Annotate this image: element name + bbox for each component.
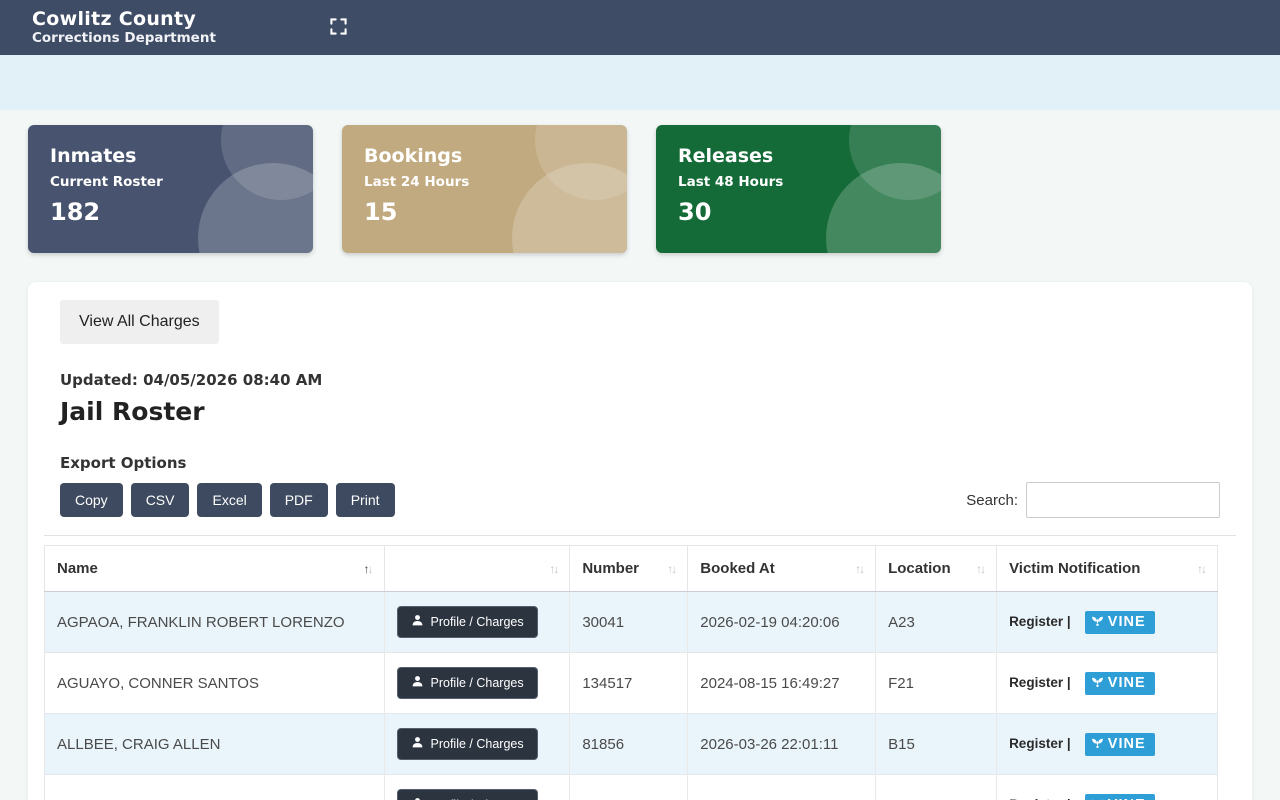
person-icon [411, 736, 424, 752]
table-row: ANTEE, CHRISTOPHER JAMES Profile / Charg… [45, 775, 1218, 800]
page-title: Jail Roster [60, 397, 1236, 426]
view-all-charges-button[interactable]: View All Charges [60, 300, 219, 344]
person-icon [411, 675, 424, 691]
inmate-name-cell: AGPAOA, FRANKLIN ROBERT LORENZO [45, 592, 385, 653]
booked-at-cell: 2026-02-19 04:20:06 [688, 592, 876, 653]
location-cell: B15 [876, 714, 997, 775]
person-icon [411, 614, 424, 630]
table-header-row: Name ↑↓ ↑↓ Number ↑↓ Booked At ↑↓ [45, 546, 1218, 592]
column-header-booked-at[interactable]: Booked At ↑↓ [688, 546, 876, 592]
brand: Cowlitz County Corrections Department [32, 9, 216, 46]
sort-icon: ↑↓ [843, 562, 863, 576]
sort-icon: ↑↓ [655, 562, 675, 576]
toolbar: Copy CSV Excel PDF Print Search: [60, 482, 1220, 518]
vine-link[interactable]: VINE [1085, 733, 1155, 756]
search-area: Search: [966, 482, 1220, 518]
location-cell: A14 [876, 775, 997, 800]
search-input[interactable] [1026, 482, 1220, 518]
column-header-location[interactable]: Location ↑↓ [876, 546, 997, 592]
profile-charges-button[interactable]: Profile / Charges [397, 667, 538, 699]
location-cell: F21 [876, 653, 997, 714]
search-label: Search: [966, 492, 1018, 509]
column-header-number[interactable]: Number ↑↓ [570, 546, 688, 592]
fullscreen-button[interactable] [326, 14, 351, 42]
inmate-name-cell: ANTEE, CHRISTOPHER JAMES [45, 775, 385, 800]
inmate-number-cell: 329989 [570, 775, 688, 800]
column-header-name[interactable]: Name ↑↓ [45, 546, 385, 592]
column-header-actions[interactable]: ↑↓ [384, 546, 570, 592]
inmate-number-cell: 30041 [570, 592, 688, 653]
brand-title: Cowlitz County [32, 9, 216, 31]
inmate-number-cell: 134517 [570, 653, 688, 714]
profile-charges-button[interactable]: Profile / Charges [397, 728, 538, 760]
stat-card-releases: Releases Last 48 Hours 30 [656, 125, 941, 253]
location-cell: A23 [876, 592, 997, 653]
roster-table-wrapper: Name ↑↓ ↑↓ Number ↑↓ Booked At ↑↓ [44, 535, 1236, 800]
brand-subtitle: Corrections Department [32, 31, 216, 47]
booked-at-cell: 2026-02-28 19:28:31 [688, 775, 876, 800]
inmate-name-cell: ALLBEE, CRAIG ALLEN [45, 714, 385, 775]
table-row: AGUAYO, CONNER SANTOS Profile / Charges … [45, 653, 1218, 714]
jail-roster-table: Name ↑↓ ↑↓ Number ↑↓ Booked At ↑↓ [44, 545, 1218, 800]
print-button[interactable]: Print [336, 483, 395, 517]
updated-timestamp: Updated: 04/05/2026 08:40 AM [60, 371, 1236, 389]
vine-sprout-icon [1091, 675, 1104, 692]
register-link[interactable]: Register | [1009, 736, 1071, 751]
export-options-label: Export Options [60, 454, 1236, 472]
stat-card-inmates: Inmates Current Roster 182 [28, 125, 313, 253]
fullscreen-icon [330, 18, 347, 38]
sub-header-band [0, 55, 1280, 110]
register-link[interactable]: Register | [1009, 614, 1071, 629]
csv-button[interactable]: CSV [131, 483, 190, 517]
vine-link[interactable]: VINE [1085, 611, 1155, 634]
sort-icon: ↑↓ [352, 562, 372, 576]
sort-icon: ↑↓ [1185, 562, 1205, 576]
inmate-number-cell: 81856 [570, 714, 688, 775]
vine-link[interactable]: VINE [1085, 794, 1155, 800]
table-row: ALLBEE, CRAIG ALLEN Profile / Charges 81… [45, 714, 1218, 775]
column-header-victim-notification[interactable]: Victim Notification ↑↓ [997, 546, 1218, 592]
sort-icon: ↑↓ [964, 562, 984, 576]
export-button-group: Copy CSV Excel PDF Print [60, 483, 395, 517]
table-row: AGPAOA, FRANKLIN ROBERT LORENZO Profile … [45, 592, 1218, 653]
booked-at-cell: 2026-03-26 22:01:11 [688, 714, 876, 775]
stat-card-bookings: Bookings Last 24 Hours 15 [342, 125, 627, 253]
top-bar: Cowlitz County Corrections Department [0, 0, 1280, 55]
profile-charges-button[interactable]: Profile / Charges [397, 606, 538, 638]
vine-sprout-icon [1091, 797, 1104, 800]
main-content-card: View All Charges Updated: 04/05/2026 08:… [28, 282, 1252, 800]
stats-row: Inmates Current Roster 182 Bookings Last… [28, 125, 1252, 253]
sort-icon: ↑↓ [537, 562, 557, 576]
pdf-button[interactable]: PDF [270, 483, 328, 517]
vine-link[interactable]: VINE [1085, 672, 1155, 695]
vine-sprout-icon [1091, 614, 1104, 631]
profile-charges-button[interactable]: Profile / Charges [397, 789, 538, 800]
booked-at-cell: 2024-08-15 16:49:27 [688, 653, 876, 714]
inmate-name-cell: AGUAYO, CONNER SANTOS [45, 653, 385, 714]
register-link[interactable]: Register | [1009, 675, 1071, 690]
vine-sprout-icon [1091, 736, 1104, 753]
excel-button[interactable]: Excel [197, 483, 261, 517]
copy-button[interactable]: Copy [60, 483, 123, 517]
